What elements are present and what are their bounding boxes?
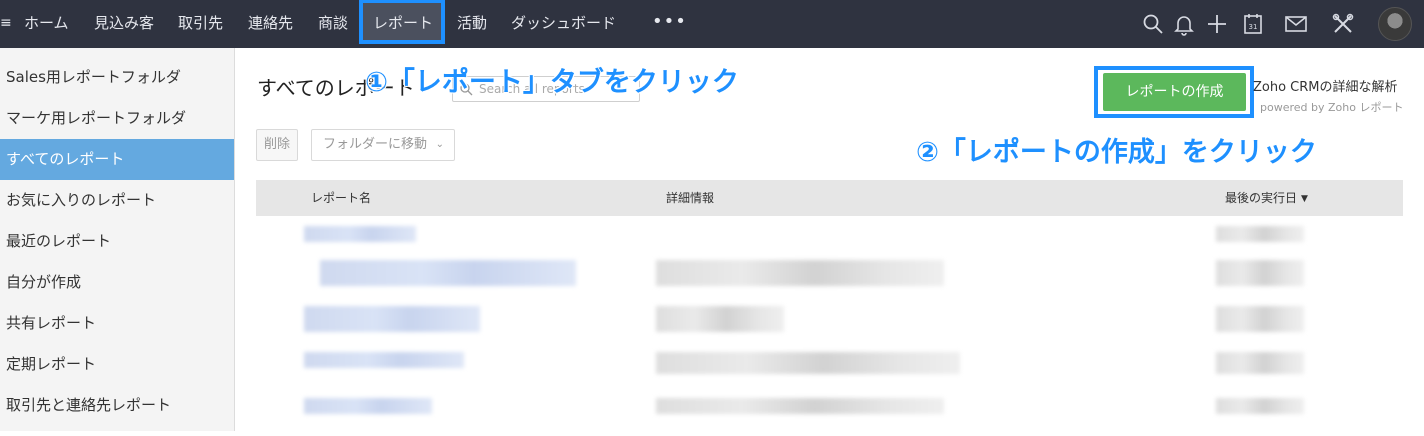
row-details-blurred (656, 352, 960, 374)
tab-activities[interactable]: 活動 (457, 0, 487, 48)
chevron-down-icon: ⌄ (435, 139, 444, 150)
row-date-blurred (1216, 306, 1304, 332)
delete-button[interactable]: 削除 (256, 129, 298, 161)
tab-accounts[interactable]: 取引先 (178, 0, 223, 48)
column-details[interactable]: 詳細情報 (666, 180, 714, 216)
tab-contacts[interactable]: 連絡先 (248, 0, 293, 48)
row-date-blurred (1216, 352, 1304, 374)
tab-home[interactable]: ホーム (24, 0, 69, 48)
row-date-blurred (1216, 398, 1304, 414)
mail-icon[interactable] (1284, 12, 1308, 36)
sidebar-item-scheduled[interactable]: 定期レポート (0, 344, 234, 385)
table-row[interactable] (256, 302, 1403, 348)
sidebar-item-accounts-contacts[interactable]: 取引先と連絡先レポート (0, 385, 234, 426)
calendar-icon[interactable]: 31 (1241, 12, 1265, 36)
table-header: レポート名 詳細情報 最後の実行日 ▼ (256, 180, 1403, 216)
sidebar-item-shared[interactable]: 共有レポート (0, 303, 234, 344)
column-report-name[interactable]: レポート名 (311, 180, 371, 216)
row-date-blurred (1216, 226, 1304, 242)
row-date-blurred (1216, 260, 1304, 286)
menu-icon[interactable]: ≡ (0, 0, 12, 48)
calendar-day: 31 (1249, 23, 1258, 31)
table-row[interactable] (256, 256, 1403, 302)
avatar[interactable] (1378, 7, 1412, 41)
annotation-step2: ②「レポートの作成」をクリック (916, 137, 1317, 168)
plus-icon[interactable] (1205, 12, 1229, 36)
sidebar-item-created-by-me[interactable]: 自分が作成 (0, 262, 234, 303)
tab-reports[interactable]: レポート (373, 0, 433, 48)
row-name-blurred (304, 226, 416, 242)
table-row[interactable] (256, 348, 1403, 394)
tab-deals[interactable]: 商談 (318, 0, 348, 48)
tab-leads[interactable]: 見込み客 (94, 0, 154, 48)
zoho-powered-by: powered by Zoho レポート (1260, 101, 1404, 114)
sidebar-item-recent[interactable]: 最近のレポート (0, 221, 234, 262)
tab-dashboard[interactable]: ダッシュボード (511, 0, 616, 48)
sidebar-item-all-reports[interactable]: すべてのレポート (0, 139, 234, 180)
sidebar-item-sales-folder[interactable]: Sales用レポートフォルダ (0, 57, 234, 98)
row-name-blurred (304, 352, 464, 368)
top-nav: ≡ ホーム 見込み客 取引先 連絡先 商談 レポート 活動 ダッシュボード ••… (0, 0, 1424, 48)
sidebar-item-marketing-folder[interactable]: マーケ用レポートフォルダ (0, 98, 234, 139)
create-report-button[interactable]: レポートの作成 (1103, 73, 1246, 111)
table-row[interactable] (256, 390, 1403, 436)
search-icon[interactable] (1141, 12, 1165, 36)
row-name-blurred (304, 398, 432, 414)
more-tabs-icon[interactable]: ••• (652, 0, 687, 48)
zoho-analytics-link[interactable]: Zoho CRMの詳細な解析 (1253, 76, 1398, 95)
annotation-step1: ①「レポート」タブをクリック (365, 67, 739, 98)
sort-desc-icon: ▼ (1301, 193, 1308, 204)
row-details-blurred (656, 306, 784, 332)
sidebar-item-favorites[interactable]: お気に入りのレポート (0, 180, 234, 221)
row-details-blurred (656, 260, 944, 286)
sidebar: Sales用レポートフォルダ マーケ用レポートフォルダ すべてのレポート お気に… (0, 48, 235, 431)
move-to-folder-dropdown[interactable]: フォルダーに移動 ⌄ (311, 129, 455, 161)
column-last-run-label: 最後の実行日 (1225, 191, 1298, 205)
bell-icon[interactable] (1172, 12, 1196, 36)
column-last-run[interactable]: 最後の実行日 ▼ (1225, 180, 1308, 217)
row-name-blurred (304, 306, 480, 332)
tools-icon[interactable] (1331, 12, 1355, 36)
row-name-blurred (320, 260, 576, 286)
move-to-folder-label: フォルダーに移動 (323, 137, 428, 152)
row-details-blurred (656, 398, 944, 414)
